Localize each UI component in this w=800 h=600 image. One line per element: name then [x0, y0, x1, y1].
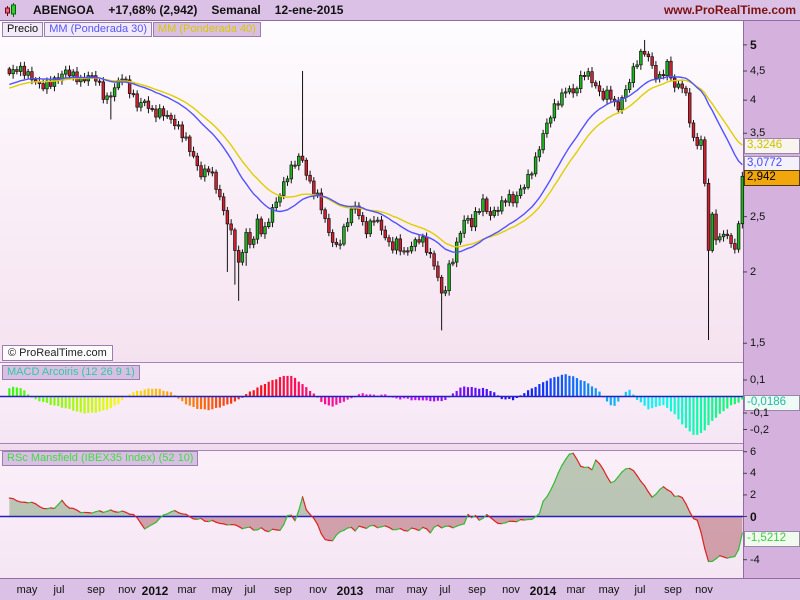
y-axis-tick-label: 4: [750, 94, 757, 107]
y-axis-tick-label: -0,2: [750, 423, 769, 436]
rsc-panel-title[interactable]: RSc Mansfield (IBEX35 Index) (52 10): [2, 451, 199, 466]
x-axis-tick-label: nov: [309, 584, 327, 596]
x-axis-tick-label: jul: [634, 584, 646, 596]
rsc-value-chip: -1,5212: [744, 531, 800, 547]
legend-price-chip[interactable]: Precio: [2, 22, 44, 37]
x-axis-tick-label: mar: [566, 584, 586, 596]
x-axis-tick-label: sep: [87, 584, 105, 596]
macd-panel-title[interactable]: MACD Arcoiris (12 26 9 1): [2, 365, 140, 380]
y-axis-tick-label: 2,5: [750, 210, 766, 223]
legend-ma30-chip[interactable]: MM (Ponderada 30): [44, 22, 153, 37]
last-price-chip: 2,942: [744, 170, 800, 186]
x-axis-tick-label: mar: [375, 584, 395, 596]
candlestick-icon: [5, 3, 16, 17]
site-watermark: www.ProRealTime.com: [663, 3, 796, 17]
rsc-panel[interactable]: [0, 451, 743, 578]
price-panel[interactable]: [0, 21, 743, 362]
y-axis-tick-label: 5: [750, 37, 757, 52]
x-axis-tick-label: may: [211, 584, 233, 596]
y-axis-tick-label: 0,1: [750, 374, 766, 386]
x-axis-tick-label: sep: [468, 584, 486, 596]
x-axis-tick-label: nov: [118, 584, 136, 596]
y-axis-tick-label: -0,1: [750, 407, 769, 419]
prorealtime-chart-window: ABENGOA +17,68% (2,942) Semanal 12-ene-2…: [0, 0, 800, 600]
timeframe-label: Semanal: [211, 3, 261, 17]
copyright-watermark: © ProRealTime.com: [2, 345, 113, 361]
y-axis-tick-label: 2: [750, 488, 757, 501]
x-axis-tick-label: sep: [274, 584, 292, 596]
x-axis-tick-label: sep: [664, 584, 682, 596]
x-axis-tick-label: nov: [502, 584, 520, 596]
x-axis-tick-label: jul: [244, 584, 256, 596]
x-axis-tick-label: 2012: [141, 584, 169, 598]
x-axis-tick-label: jul: [439, 584, 451, 596]
y-axis-tick-label: 1,5: [750, 337, 766, 350]
y-axis-tick-label: 3,5: [750, 127, 766, 140]
x-axis-tick-label: nov: [695, 584, 713, 596]
ma40-value-chip: 3,3246: [744, 138, 800, 154]
x-axis-tick-label: may: [598, 584, 620, 596]
y-axis-tick-label: 4: [750, 467, 757, 480]
y-axis-tick-label: 2: [750, 265, 757, 278]
price-legend: Precio MM (Ponderada 30) MM (Ponderada 4…: [2, 22, 261, 37]
panel-separator: [0, 443, 743, 451]
y-axis-tick-label: 4,5: [750, 64, 766, 77]
legend-ma40-chip[interactable]: MM (Ponderada 40): [153, 22, 261, 37]
x-axis-tick-label: mar: [177, 584, 197, 596]
y-axis-tick-label: 6: [750, 445, 757, 458]
x-axis-tick-label: 2013: [336, 584, 364, 598]
x-axis-tick-label: may: [406, 584, 428, 596]
x-axis-tick-label: may: [16, 584, 38, 596]
symbol-name: ABENGOA: [33, 3, 95, 17]
x-axis-tick-label: jul: [53, 584, 65, 596]
y-axis-tick-label: -4: [750, 553, 760, 566]
title-bar: ABENGOA +17,68% (2,942) Semanal 12-ene-2…: [0, 0, 800, 21]
x-axis-tick-label: 2014: [529, 584, 557, 598]
y-axis-tick-label: 0: [750, 509, 757, 524]
date-label: 12-ene-2015: [274, 3, 344, 17]
price-change: +17,68% (2,942): [108, 3, 198, 17]
